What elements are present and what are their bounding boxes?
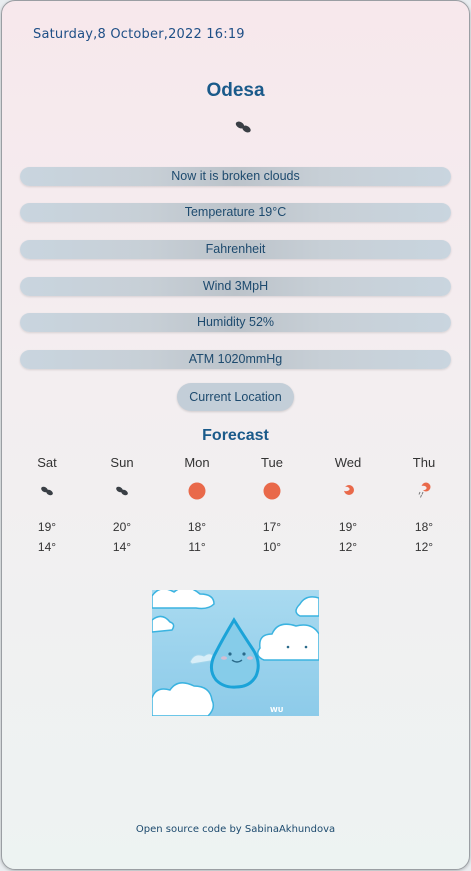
forecast-max-temp: 18° [414,520,434,534]
few-clouds-icon [342,485,354,495]
wind-pill: Wind 3MpH [20,277,451,296]
fahrenheit-toggle[interactable]: Fahrenheit [20,240,451,259]
forecast-day-name: Sun [110,455,134,470]
forecast-day-name: Thu [412,455,436,470]
broken-clouds-icon [41,486,53,496]
forecast-day-name: Mon [184,455,210,470]
forecast-max-temp: 19° [338,520,358,534]
broken-clouds-icon [116,486,128,496]
forecast-max-temp: 19° [37,520,57,534]
city-name: Odesa [206,80,265,101]
weather-card: Saturday,8 October,2022 16:19 Odesa Now … [1,0,470,870]
current-location-button[interactable]: Current Location [177,383,294,411]
forecast-day: Mon 18° 11° [167,455,227,554]
forecast-min-temp: 10° [262,540,282,554]
broken-clouds-icon [235,121,251,133]
current-datetime: Saturday,8 October,2022 16:19 [33,27,245,42]
forecast-max-temp: 18° [187,520,207,534]
humidity-pill: Humidity 52% [20,313,451,332]
rain-icon [418,482,431,498]
temperature-pill: Temperature 19°C [20,203,451,222]
forecast-day: Thu 18° 12° [394,455,454,554]
svg-text:WU: WU [270,706,284,714]
forecast-max-temp: 20° [112,520,132,534]
forecast-day: Wed 19° 12° [318,455,378,554]
forecast-title: Forecast [202,427,269,444]
forecast-day-name: Wed [334,455,362,470]
forecast-day: Sat 19° 14° [17,455,77,554]
forecast-min-temp: 12° [414,540,434,554]
description-pill: Now it is broken clouds [20,167,451,186]
raindrop-illustration: WU [152,590,319,716]
sun-icon [188,482,206,500]
forecast-min-temp: 11° [188,540,206,554]
atm-pill: ATM 1020mmHg [20,350,451,369]
forecast-min-temp: 12° [338,540,358,554]
sun-icon [263,482,281,500]
forecast-day: Tue 17° 10° [242,455,302,554]
forecast-day-name: Sat [37,455,57,470]
forecast-min-temp: 14° [112,540,132,554]
forecast-day: Sun 20° 14° [92,455,152,554]
forecast-min-temp: 14° [37,540,57,554]
forecast-day-name: Tue [261,455,283,470]
forecast-max-temp: 17° [262,520,282,534]
footer-credit[interactable]: Open source code by SabinaAkhundova [2,824,469,835]
